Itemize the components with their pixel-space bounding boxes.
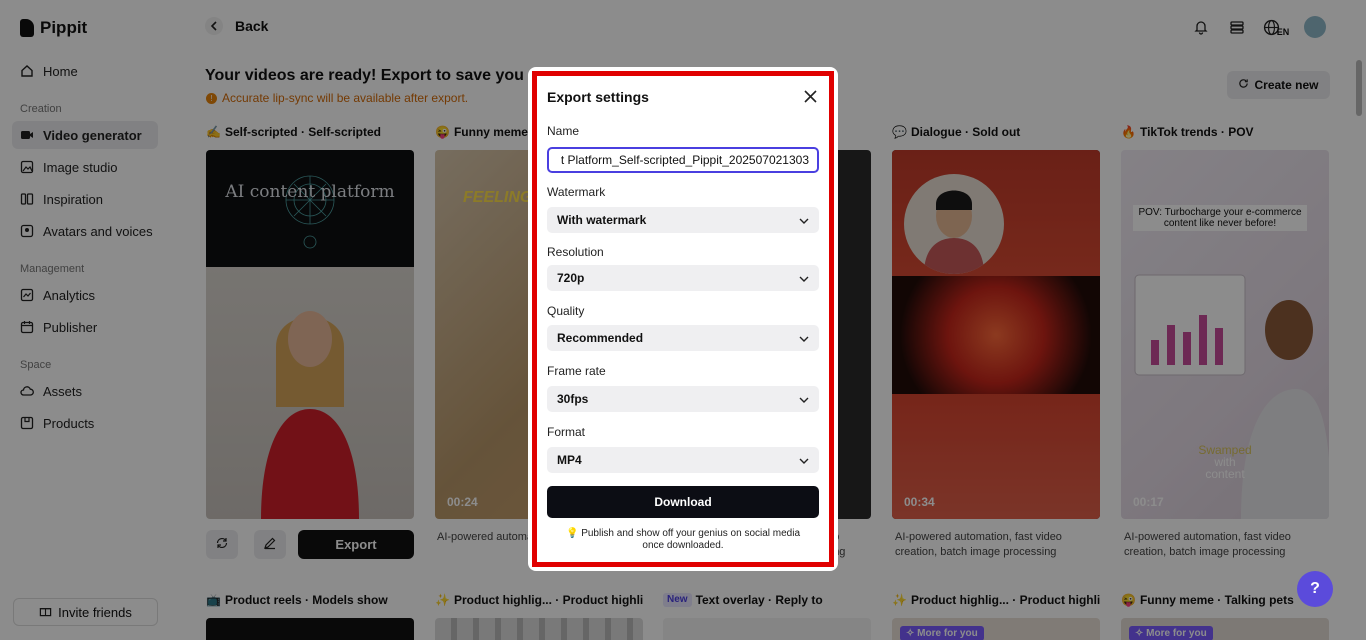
watermark-select[interactable]: With watermark xyxy=(547,207,819,233)
chevron-down-icon xyxy=(799,271,809,285)
download-button[interactable]: Download xyxy=(547,486,819,518)
frame-rate-label: Frame rate xyxy=(547,364,606,378)
chevron-down-icon xyxy=(799,453,809,467)
help-button[interactable]: ? xyxy=(1297,571,1333,607)
chevron-down-icon xyxy=(799,331,809,345)
resolution-value: 720p xyxy=(557,271,585,285)
quality-value: Recommended xyxy=(557,331,644,345)
resolution-label: Resolution xyxy=(547,245,604,259)
download-tip: 💡 Publish and show off your genius on so… xyxy=(558,528,808,552)
watermark-value: With watermark xyxy=(557,213,647,227)
quality-select[interactable]: Recommended xyxy=(547,325,819,351)
watermark-label: Watermark xyxy=(547,185,606,199)
format-value: MP4 xyxy=(557,453,582,467)
name-input[interactable]: t Platform_Self-scripted_Pippit_20250702… xyxy=(547,147,819,173)
chevron-down-icon xyxy=(799,213,809,227)
frame-rate-select[interactable]: 30fps xyxy=(547,386,819,412)
frame-rate-value: 30fps xyxy=(557,392,589,406)
name-label: Name xyxy=(547,124,580,138)
resolution-select[interactable]: 720p xyxy=(547,265,819,291)
export-settings-dialog: Export settings Name t Platform_Self-scr… xyxy=(528,67,838,571)
chevron-down-icon xyxy=(799,392,809,406)
quality-label: Quality xyxy=(547,304,585,318)
tip-text: Publish and show off your genius on soci… xyxy=(581,528,801,551)
format-label: Format xyxy=(547,425,586,439)
lightbulb-icon: 💡 xyxy=(565,528,579,539)
format-select[interactable]: MP4 xyxy=(547,447,819,473)
dialog-title: Export settings xyxy=(547,89,649,105)
close-icon[interactable] xyxy=(802,88,818,104)
